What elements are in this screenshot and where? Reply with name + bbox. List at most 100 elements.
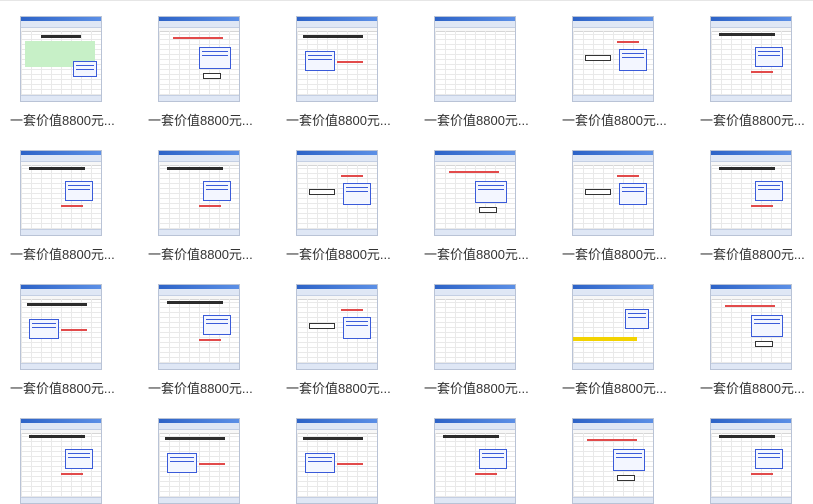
status-bar — [297, 497, 377, 503]
red-text — [617, 41, 639, 43]
spreadsheet-thumbnail[interactable] — [158, 284, 240, 370]
toolbar — [297, 155, 377, 162]
sheet-heading — [41, 35, 81, 38]
spreadsheet-thumbnail[interactable] — [572, 16, 654, 102]
toolbar — [21, 289, 101, 296]
sheet-heading — [29, 435, 85, 438]
spreadsheet-thumbnail[interactable] — [710, 284, 792, 370]
thumbnail-caption[interactable]: 一套价值8800元... — [148, 244, 258, 263]
spreadsheet-thumbnail[interactable] — [158, 16, 240, 102]
comment-note — [613, 449, 645, 471]
status-bar — [21, 497, 101, 503]
spreadsheet-thumbnail[interactable] — [434, 418, 516, 504]
toolbar — [297, 289, 377, 296]
toolbar — [159, 21, 239, 28]
thumbnail-caption[interactable]: 一套价值8800元... — [286, 110, 396, 129]
status-bar — [159, 95, 239, 101]
thumbnail-caption[interactable]: 一套价值8800元... — [286, 378, 396, 397]
spreadsheet-thumbnail[interactable] — [572, 418, 654, 504]
thumbnail-caption[interactable]: 一套价值8800元... — [562, 378, 672, 397]
red-text — [751, 71, 773, 73]
status-bar — [297, 95, 377, 101]
comment-note — [755, 181, 783, 201]
sheet-heading — [167, 167, 223, 170]
selected-cell — [585, 189, 611, 195]
spreadsheet-thumbnail[interactable] — [434, 284, 516, 370]
spreadsheet-thumbnail[interactable] — [20, 16, 102, 102]
spreadsheet-thumbnail[interactable] — [710, 150, 792, 236]
status-bar — [159, 497, 239, 503]
spreadsheet-thumbnail[interactable] — [710, 418, 792, 504]
spreadsheet-thumbnail[interactable] — [434, 16, 516, 102]
sheet-heading — [165, 437, 225, 440]
thumbnail-caption[interactable]: 一套价值8800元... — [700, 244, 810, 263]
thumbnail-grid: 一套价值8800元... 一套价值8800元... 一套价值8800元... 一套价值… — [0, 0, 813, 504]
sheet-heading — [303, 35, 363, 38]
comment-note — [755, 449, 783, 469]
red-text — [61, 205, 83, 207]
status-bar — [711, 95, 791, 101]
spreadsheet-thumbnail[interactable] — [158, 150, 240, 236]
comment-note — [755, 47, 783, 67]
status-bar — [159, 229, 239, 235]
toolbar — [159, 423, 239, 430]
spreadsheet-thumbnail[interactable] — [20, 150, 102, 236]
comment-note — [343, 183, 371, 205]
toolbar — [435, 21, 515, 28]
toolbar — [711, 423, 791, 430]
spreadsheet-thumbnail[interactable] — [296, 418, 378, 504]
thumbnail-caption[interactable]: 一套价值8800元... — [10, 378, 120, 397]
toolbar — [159, 155, 239, 162]
toolbar — [435, 423, 515, 430]
spreadsheet-thumbnail[interactable] — [20, 418, 102, 504]
red-text — [449, 171, 499, 173]
spreadsheet-thumbnail[interactable] — [296, 16, 378, 102]
toolbar — [21, 21, 101, 28]
comment-note — [305, 453, 335, 473]
toolbar — [573, 21, 653, 28]
sheet-heading — [719, 167, 775, 170]
spreadsheet-thumbnail[interactable] — [434, 150, 516, 236]
red-text — [337, 463, 363, 465]
sheet-grid — [435, 299, 515, 363]
spreadsheet-thumbnail[interactable] — [572, 284, 654, 370]
thumbnail-caption[interactable]: 一套价值8800元... — [424, 244, 534, 263]
comment-note — [619, 183, 647, 205]
status-bar — [573, 229, 653, 235]
thumbnail-caption[interactable]: 一套价值8800元... — [424, 110, 534, 129]
thumbnail-caption[interactable]: 一套价值8800元... — [10, 110, 120, 129]
thumbnail-caption[interactable]: 一套价值8800元... — [10, 244, 120, 263]
comment-note — [751, 315, 783, 337]
status-bar — [159, 363, 239, 369]
toolbar — [573, 289, 653, 296]
red-text — [61, 473, 83, 475]
sheet-grid — [435, 31, 515, 95]
thumbnail-caption[interactable]: 一套价值8800元... — [148, 110, 258, 129]
selected-cell — [617, 475, 635, 481]
toolbar — [435, 289, 515, 296]
thumbnail-caption[interactable]: 一套价值8800元... — [148, 378, 258, 397]
spreadsheet-thumbnail[interactable] — [20, 284, 102, 370]
toolbar — [297, 423, 377, 430]
spreadsheet-thumbnail[interactable] — [296, 284, 378, 370]
thumbnail-caption[interactable]: 一套价值8800元... — [700, 110, 810, 129]
thumbnail-caption[interactable]: 一套价值8800元... — [424, 378, 534, 397]
status-bar — [711, 229, 791, 235]
spreadsheet-thumbnail[interactable] — [296, 150, 378, 236]
red-text — [751, 473, 773, 475]
status-bar — [435, 229, 515, 235]
thumbnail-caption[interactable]: 一套价值8800元... — [700, 378, 810, 397]
comment-note — [29, 319, 59, 339]
toolbar — [711, 21, 791, 28]
red-text — [587, 439, 637, 441]
thumbnail-caption[interactable]: 一套价值8800元... — [286, 244, 396, 263]
sheet-heading — [29, 167, 85, 170]
thumbnail-caption[interactable]: 一套价值8800元... — [562, 110, 672, 129]
red-text — [725, 305, 775, 307]
thumbnail-caption[interactable]: 一套价值8800元... — [562, 244, 672, 263]
spreadsheet-thumbnail[interactable] — [572, 150, 654, 236]
spreadsheet-thumbnail[interactable] — [710, 16, 792, 102]
comment-note — [343, 317, 371, 339]
toolbar — [21, 155, 101, 162]
spreadsheet-thumbnail[interactable] — [158, 418, 240, 504]
